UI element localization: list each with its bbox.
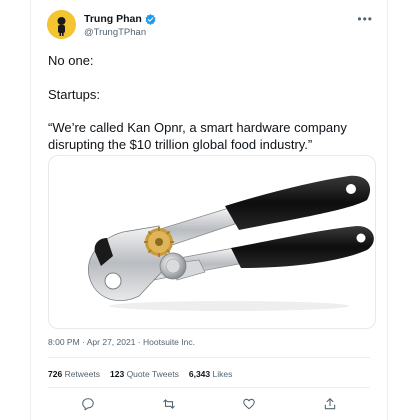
tweet-text-line-3: “We’re called Kan Opnr, a smart hardware… [48, 120, 347, 152]
author-name-row[interactable]: Trung Phan [84, 13, 156, 25]
share-icon [324, 398, 335, 410]
retweets-stat[interactable]: 726 Retweets [48, 369, 100, 379]
tweet-date[interactable]: Apr 27, 2021 [87, 337, 136, 347]
retweets-label: Retweets [64, 369, 100, 379]
likes-label: Likes [212, 369, 233, 379]
tweet-card: Trung Phan @TrungTPhan ••• No one: Start… [30, 0, 388, 420]
reply-icon [82, 398, 95, 411]
tweet-stats: 726 Retweets 123 Quote Tweets 6,343 Like… [48, 369, 232, 379]
likes-count: 6,343 [188, 369, 211, 379]
quotes-stat[interactable]: 123 Quote Tweets [110, 369, 179, 379]
tweet-time[interactable]: 8:00 PM [48, 337, 80, 347]
reply-button[interactable] [81, 397, 95, 411]
tweet-media-image[interactable] [48, 155, 376, 329]
meta-separator: · [79, 337, 87, 347]
author-display-name[interactable]: Trung Phan [84, 13, 142, 25]
tweet-text-line-2: Startups: [48, 87, 101, 102]
like-icon [243, 398, 256, 410]
retweets-count: 726 [48, 369, 63, 379]
tweet-text-line-1: No one: [48, 53, 94, 68]
meta-separator: · [135, 337, 143, 347]
quotes-count: 123 [110, 369, 125, 379]
share-button[interactable] [323, 397, 337, 411]
retweet-button[interactable] [162, 397, 176, 411]
tweet-actions [48, 393, 370, 415]
can-opener-image [87, 175, 374, 311]
verified-badge-icon [145, 13, 156, 25]
tweet-meta: 8:00 PM · Apr 27, 2021 · Hootsuite Inc. [48, 337, 195, 347]
quotes-label: Quote Tweets [126, 369, 179, 379]
likes-stat[interactable]: 6,343 Likes [189, 369, 233, 379]
tweet-source: Hootsuite Inc. [143, 337, 195, 347]
author-handle[interactable]: @TrungTPhan [84, 27, 146, 38]
more-icon[interactable]: ••• [357, 12, 373, 26]
like-button[interactable] [242, 397, 256, 411]
divider [48, 387, 370, 388]
retweet-icon [162, 399, 175, 409]
divider [48, 357, 370, 358]
avatar[interactable] [47, 10, 76, 39]
avatar-illustration [47, 10, 76, 39]
